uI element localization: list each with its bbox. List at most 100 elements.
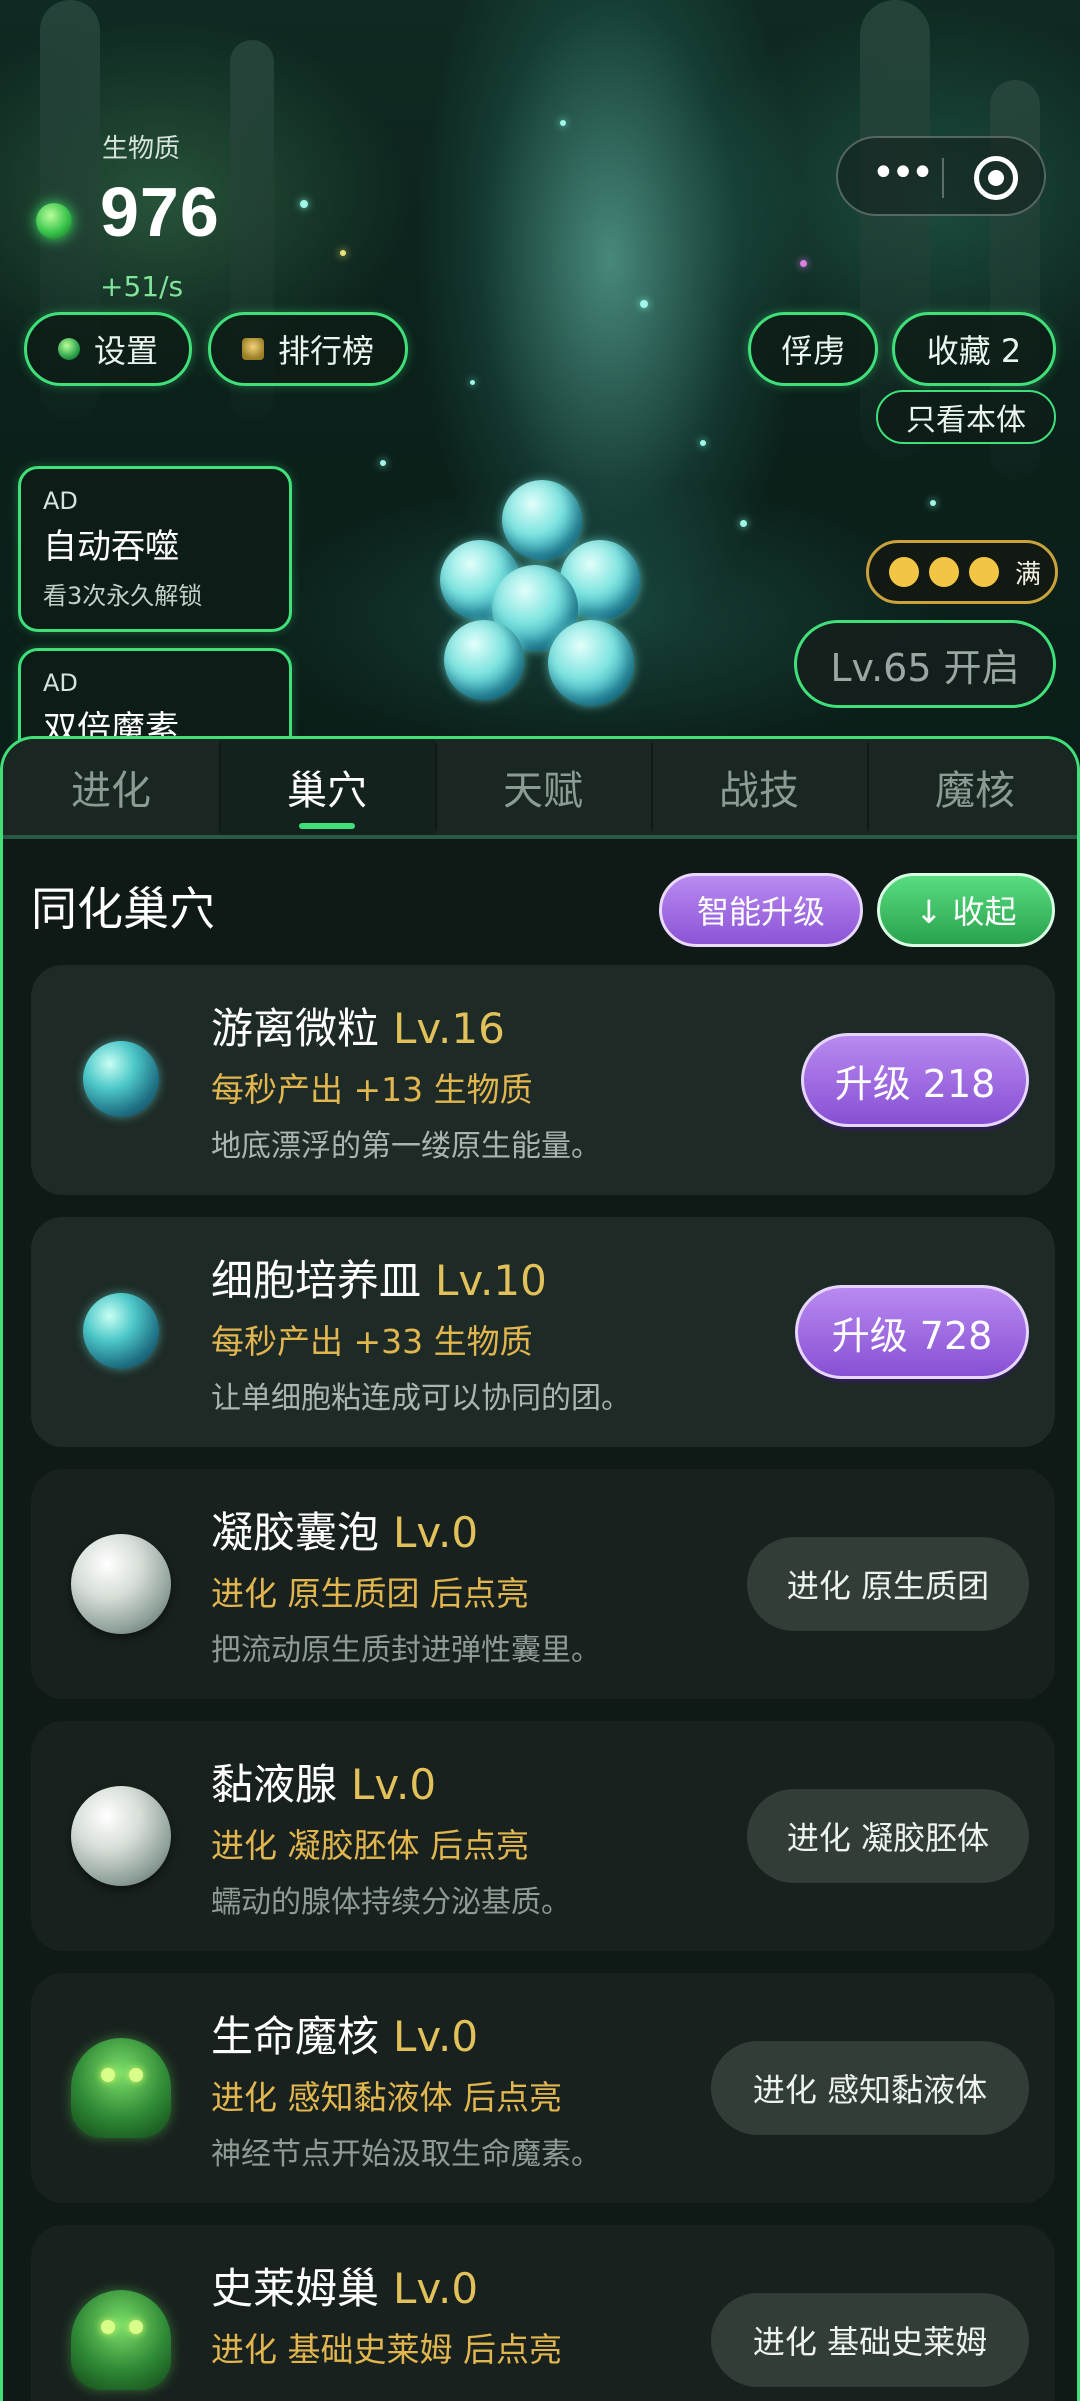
nest-production: 每秒产出 +13 生物质	[211, 1070, 533, 1109]
life-core-icon	[71, 2038, 171, 2138]
leaderboard-label: 排行榜	[277, 332, 374, 370]
micro-particle-icon	[83, 1041, 159, 1117]
mini-program-capsule: •••	[836, 136, 1046, 216]
charge-dot	[969, 557, 999, 587]
gear-icon	[57, 338, 80, 360]
resource-label: 生物质	[102, 134, 181, 164]
nest-name-text: 游离微粒	[211, 1004, 380, 1053]
charge-dot	[889, 557, 919, 587]
favorites-button[interactable]: 收藏 2	[892, 312, 1056, 386]
tab-label: 战技	[719, 768, 799, 814]
captives-label: 俘虏	[780, 332, 845, 370]
nest-name-text: 凝胶囊泡	[211, 1508, 380, 1557]
upgrade-label: 升级 728	[831, 1313, 993, 1358]
nest-card: 生命魔核 Lv.0 进化 感知黏液体 后点亮 神经节点开始汲取生命魔素。 进化 感…	[31, 1973, 1055, 2203]
tab-talent[interactable]: 天赋	[435, 739, 651, 835]
evolve-button[interactable]: 进化 原生质团	[747, 1537, 1029, 1631]
resource-rate: +51/s	[100, 270, 184, 303]
resource-value: 976	[100, 173, 220, 251]
nest-card: 凝胶囊泡 Lv.0 进化 原生质团 后点亮 把流动原生质封进弹性囊里。 进化 原生…	[31, 1469, 1055, 1699]
ad-auto-devour-card[interactable]: AD 自动吞噬 看3次永久解锁	[18, 466, 292, 632]
smart-upgrade-button[interactable]: 智能升级	[659, 873, 863, 947]
only-self-label: 只看本体	[906, 403, 1026, 438]
tab-magic-core[interactable]: 魔核	[867, 739, 1077, 835]
nest-level: Lv.10	[435, 1256, 547, 1305]
nest-level: Lv.0	[351, 1760, 437, 1809]
nest-name: 生命魔核 Lv.0	[211, 2003, 478, 2064]
nest-level: Lv.0	[393, 1508, 479, 1557]
mucus-gland-icon	[71, 1786, 171, 1886]
nest-name-text: 细胞培养皿	[211, 1256, 422, 1305]
evolve-button[interactable]: 进化 感知黏液体	[711, 2041, 1029, 2135]
charges-full-label: 满	[1015, 559, 1042, 590]
nest-unlock-hint: 进化 凝胶胚体 后点亮	[211, 1826, 529, 1865]
nest-panel: 进化 巢穴 天赋 战技 魔核 同化巢穴 智能升级 ↓ 收起 游离微粒 Lv.16 …	[0, 736, 1080, 2401]
charges-indicator: 满	[866, 540, 1058, 604]
evolve-label: 进化 感知黏液体	[752, 2071, 988, 2109]
favorites-label: 收藏 2	[926, 332, 1022, 370]
nest-unlock-hint: 进化 基础史莱姆 后点亮	[211, 2330, 562, 2369]
nest-description: 神经节点开始汲取生命魔素。	[211, 2137, 601, 2172]
nest-description: 让单细胞粘连成可以协同的团。	[211, 1381, 631, 1416]
culture-dish-icon	[83, 1293, 159, 1369]
leaderboard-button[interactable]: 排行榜	[208, 312, 408, 386]
level-unlock-button[interactable]: Lv.65 开启	[794, 620, 1056, 708]
tab-nest[interactable]: 巢穴	[219, 739, 435, 835]
nest-name: 凝胶囊泡 Lv.0	[211, 1499, 478, 1560]
tab-divider	[3, 835, 1077, 839]
tab-skills[interactable]: 战技	[651, 739, 867, 835]
settings-label: 设置	[93, 332, 158, 370]
collapse-label: ↓ 收起	[915, 893, 1017, 931]
nest-description: 蠕动的腺体持续分泌基质。	[211, 1885, 571, 1920]
nest-name: 史莱姆巢 Lv.0	[211, 2255, 478, 2316]
nest-level: Lv.0	[393, 2264, 479, 2313]
nest-card: 黏液腺 Lv.0 进化 凝胶胚体 后点亮 蠕动的腺体持续分泌基质。 进化 凝胶胚体	[31, 1721, 1055, 1951]
settings-button[interactable]: 设置	[24, 312, 192, 386]
evolve-label: 进化 凝胶胚体	[786, 1819, 990, 1857]
ad-tag: AD	[43, 487, 78, 515]
gel-vesicle-icon	[71, 1534, 171, 1634]
nest-unlock-hint: 进化 感知黏液体 后点亮	[211, 2078, 562, 2117]
charge-dot	[929, 557, 959, 587]
nest-card: 细胞培养皿 Lv.10 每秒产出 +33 生物质 让单细胞粘连成可以协同的团。 升…	[31, 1217, 1055, 1447]
evolve-label: 进化 原生质团	[786, 1567, 990, 1605]
ad-tag: AD	[43, 669, 78, 697]
ad-title: 自动吞噬	[43, 527, 179, 567]
biomass-icon	[36, 203, 72, 239]
upgrade-label: 升级 218	[834, 1061, 996, 1106]
nest-name-text: 生命魔核	[211, 2012, 380, 2061]
collapse-button[interactable]: ↓ 收起	[877, 873, 1055, 947]
evolve-button[interactable]: 进化 凝胶胚体	[747, 1789, 1029, 1883]
tab-bar: 进化 巢穴 天赋 战技 魔核	[3, 739, 1077, 835]
nest-unlock-hint: 进化 原生质团 后点亮	[211, 1574, 529, 1613]
nest-production: 每秒产出 +33 生物质	[211, 1322, 533, 1361]
capsule-divider	[942, 158, 944, 198]
close-target-icon[interactable]	[974, 156, 1018, 200]
captives-button[interactable]: 俘虏	[748, 312, 878, 386]
nest-card: 史莱姆巢 Lv.0 进化 基础史莱姆 后点亮 进化 基础史莱姆	[31, 2225, 1055, 2401]
tab-label: 天赋	[503, 768, 583, 814]
nest-card: 游离微粒 Lv.16 每秒产出 +13 生物质 地底漂浮的第一缕原生能量。 升级 …	[31, 965, 1055, 1195]
nest-description: 地底漂浮的第一缕原生能量。	[211, 1129, 601, 1164]
ad-subtitle: 看3次永久解锁	[43, 582, 203, 610]
slime-cluster-avatar[interactable]	[430, 470, 660, 720]
nest-name: 黏液腺 Lv.0	[211, 1751, 436, 1812]
tab-label: 魔核	[935, 768, 1015, 814]
tab-evolution[interactable]: 进化	[3, 739, 219, 835]
only-self-toggle[interactable]: 只看本体	[876, 390, 1056, 444]
nest-name-text: 史莱姆巢	[211, 2264, 380, 2313]
slime-nest-icon	[71, 2290, 171, 2390]
nest-name: 游离微粒 Lv.16	[211, 995, 505, 1056]
more-icon[interactable]: •••	[866, 153, 936, 198]
evolve-label: 进化 基础史莱姆	[752, 2323, 988, 2361]
upgrade-button[interactable]: 升级 218	[801, 1033, 1029, 1127]
tab-label: 进化	[71, 768, 151, 814]
nest-name-text: 黏液腺	[211, 1760, 338, 1809]
smart-upgrade-label: 智能升级	[696, 893, 825, 931]
tab-label: 巢穴	[287, 768, 367, 814]
nest-level: Lv.16	[393, 1004, 505, 1053]
nest-level: Lv.0	[393, 2012, 479, 2061]
nest-name: 细胞培养皿 Lv.10	[211, 1247, 547, 1308]
upgrade-button[interactable]: 升级 728	[795, 1285, 1029, 1379]
evolve-button[interactable]: 进化 基础史莱姆	[711, 2293, 1029, 2387]
